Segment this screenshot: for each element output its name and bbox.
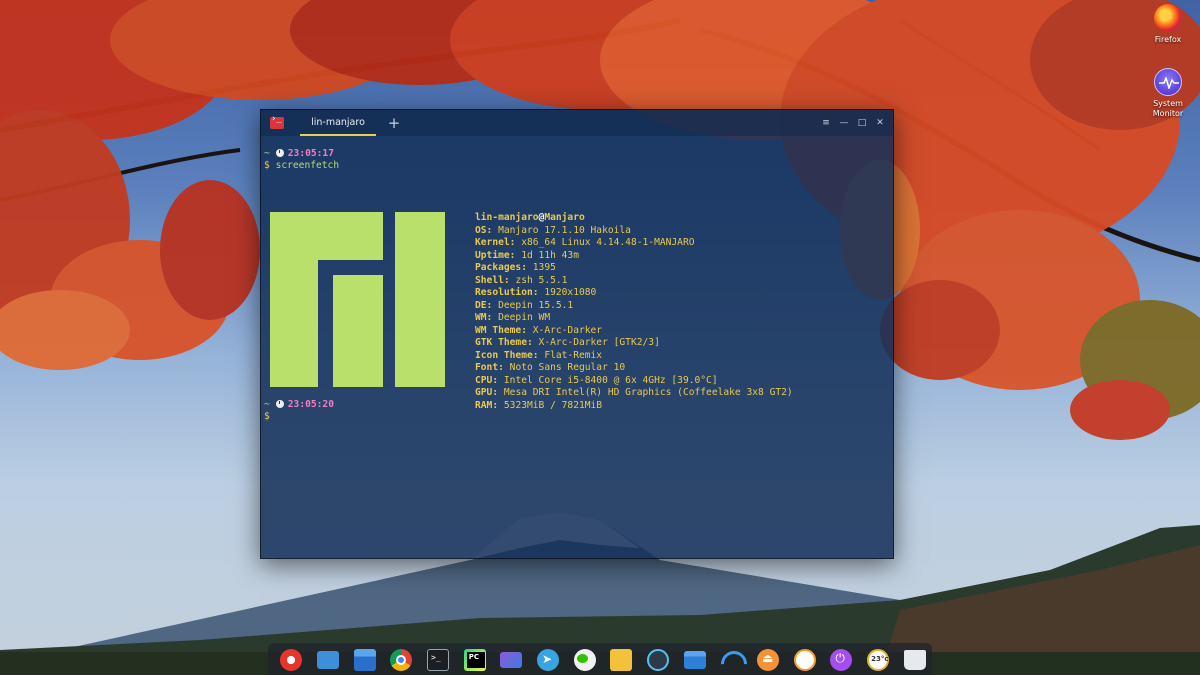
terminal-app-icon bbox=[270, 114, 284, 129]
info-row: WM: Deepin WM bbox=[475, 312, 551, 323]
info-row: Font: Noto Sans Regular 10 bbox=[475, 362, 626, 373]
info-row: CPU: Intel Core i5-8400 @ 6x 4GHz [39.0°… bbox=[475, 374, 718, 386]
dock-usb-eject[interactable] bbox=[751, 645, 786, 675]
dock-wechat[interactable] bbox=[567, 645, 602, 675]
command-line[interactable]: $ bbox=[264, 411, 270, 424]
dock-remote-desktop[interactable] bbox=[494, 645, 529, 675]
dock-clock[interactable] bbox=[787, 645, 822, 675]
launcher-icon bbox=[280, 649, 303, 671]
clock-icon bbox=[275, 149, 284, 157]
prompt-line: ~23:05:17 bbox=[264, 148, 334, 161]
username: lin-manjaro bbox=[475, 212, 539, 223]
info-row: Uptime: 1d 11h 43m bbox=[475, 249, 579, 261]
dock-music-player[interactable] bbox=[641, 645, 676, 675]
prompt-time: 23:05:17 bbox=[287, 148, 334, 159]
user-host: lin-manjaro@Manjaro bbox=[475, 212, 793, 225]
info-row: DE: Deepin 15.5.1 bbox=[475, 299, 574, 311]
dock-file-manager[interactable] bbox=[347, 645, 382, 675]
multitasking-view-icon bbox=[317, 651, 339, 669]
pycharm-icon bbox=[463, 649, 486, 671]
dock-terminal[interactable] bbox=[421, 645, 456, 675]
add-tab-button[interactable]: + bbox=[384, 113, 404, 133]
manjaro-logo bbox=[270, 212, 445, 387]
dock-multitasking[interactable] bbox=[311, 645, 346, 675]
command-line: $ screenfetch bbox=[264, 160, 339, 173]
trash-icon bbox=[903, 650, 926, 670]
info-row: Kernel: x86_64 Linux 4.14.48-1-MANJARO bbox=[475, 237, 695, 248]
info-row: Icon Theme: Flat-Remix bbox=[475, 349, 603, 361]
weather-temperature: 23°c bbox=[871, 655, 889, 663]
firefox-icon bbox=[1154, 4, 1182, 32]
desktop-icon-label: Firefox bbox=[1154, 35, 1182, 44]
info-row: Packages: 1395 bbox=[475, 262, 556, 273]
music-player-icon bbox=[647, 649, 670, 671]
desktop-icon-firefox[interactable]: Firefox bbox=[1138, 4, 1198, 44]
hostname: Manjaro bbox=[544, 212, 585, 223]
info-row: Resolution: 1920x1080 bbox=[475, 287, 597, 298]
terminal-output[interactable]: ~23:05:17 $ screenfetch lin-manjaro@Manj… bbox=[261, 136, 893, 558]
remote-desktop-icon bbox=[500, 652, 523, 668]
dock-pycharm[interactable] bbox=[457, 645, 492, 675]
clock-icon bbox=[275, 400, 284, 408]
dock-weather[interactable]: 23°c bbox=[861, 645, 896, 675]
info-row: GPU: Mesa DRI Intel(R) HD Graphics (Coff… bbox=[475, 387, 793, 398]
maximize-button[interactable]: □ bbox=[855, 116, 869, 130]
info-row: OS: Manjaro 17.1.10 Hakoila bbox=[475, 224, 631, 236]
prompt-cwd: ~ bbox=[264, 148, 270, 159]
wifi-icon bbox=[720, 649, 742, 671]
telegram-icon bbox=[537, 649, 560, 671]
chrome-icon bbox=[390, 649, 413, 671]
dock-power[interactable] bbox=[824, 645, 859, 675]
prompt-symbol: $ bbox=[264, 411, 270, 422]
dock-notes[interactable] bbox=[604, 645, 639, 675]
prompt-time: 23:05:20 bbox=[287, 399, 334, 410]
wechat-icon bbox=[573, 649, 596, 671]
terminal-tab[interactable]: lin-manjaro bbox=[300, 110, 376, 136]
command-text: screenfetch bbox=[275, 160, 340, 171]
dock-folder[interactable] bbox=[677, 645, 712, 675]
power-icon bbox=[830, 649, 853, 671]
dock-launcher[interactable] bbox=[274, 645, 309, 675]
clock-icon bbox=[793, 649, 816, 671]
dock: 23°c bbox=[268, 643, 932, 675]
system-monitor-icon bbox=[1154, 68, 1182, 96]
info-row: Shell: zsh 5.5.1 bbox=[475, 274, 568, 286]
window-controls: ≡ — □ ✕ bbox=[819, 110, 887, 136]
dock-trash[interactable] bbox=[897, 645, 932, 675]
info-row: WM Theme: X-Arc-Darker bbox=[475, 324, 603, 336]
terminal-window[interactable]: lin-manjaro + ≡ — □ ✕ ~23:05:17 $ screen… bbox=[260, 109, 894, 559]
desktop-icon-system-monitor[interactable]: System Monitor bbox=[1138, 68, 1198, 119]
usb-eject-icon bbox=[757, 649, 780, 671]
menu-button[interactable]: ≡ bbox=[819, 116, 833, 130]
weather-icon: 23°c bbox=[867, 649, 890, 671]
prompt-symbol: $ bbox=[264, 160, 270, 171]
dock-telegram[interactable] bbox=[531, 645, 566, 675]
folder-icon bbox=[683, 651, 706, 669]
info-row: RAM: 5323MiB / 7821MiB bbox=[475, 399, 603, 411]
info-row: GTK Theme: X-Arc-Darker [GTK2/3] bbox=[475, 337, 660, 348]
notes-icon bbox=[610, 649, 633, 671]
file-manager-icon bbox=[353, 649, 376, 671]
system-info: lin-manjaro@Manjaro OS: Manjaro 17.1.10 … bbox=[475, 212, 793, 412]
prompt-line: ~23:05:20 bbox=[264, 399, 334, 412]
dock-chrome[interactable] bbox=[384, 645, 419, 675]
minimize-button[interactable]: — bbox=[837, 116, 851, 130]
terminal-titlebar[interactable]: lin-manjaro + ≡ — □ ✕ bbox=[261, 110, 893, 136]
close-button[interactable]: ✕ bbox=[873, 116, 887, 130]
terminal-icon bbox=[427, 649, 450, 671]
desktop-icon-label: System Monitor bbox=[1152, 99, 1184, 118]
dock-wifi[interactable] bbox=[714, 645, 749, 675]
prompt-cwd: ~ bbox=[264, 399, 270, 410]
